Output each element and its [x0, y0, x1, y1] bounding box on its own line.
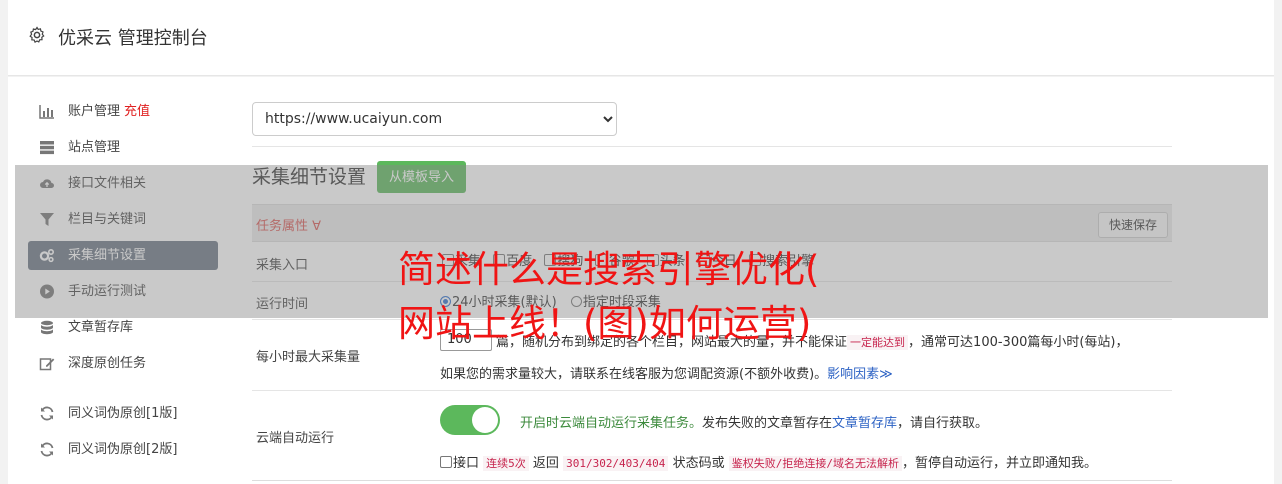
cloud-run-msg: 开启时云端自动运行采集任务。发布失败的文章暂存在文章暂存库，请自行获取。: [520, 412, 988, 431]
refresh-icon: [40, 406, 54, 421]
database-icon: [41, 320, 53, 335]
pause-code: 鉴权失败/拒绝连接/域名无法解析: [728, 456, 902, 471]
server-icon: [40, 141, 54, 155]
pause-text: 接口: [453, 456, 480, 471]
factors-link[interactable]: 影响因素≫: [827, 367, 893, 382]
divider: [252, 390, 1172, 391]
sidebar-item-label: 账户管理: [68, 104, 121, 119]
sidebar-item-label: 同义词伪原创[2版]: [68, 442, 178, 457]
top-header: 优采云 管理控制台: [8, 0, 1274, 76]
pause-code: 连续5次: [483, 456, 529, 471]
divider: [252, 146, 1172, 147]
site-select[interactable]: https://www.ucaiyun.com: [252, 102, 617, 136]
desc-text: ，通常可达100-300篇每小时(每站)，: [908, 335, 1129, 350]
divider: [252, 480, 1172, 481]
max-per-hour-desc-line2: 如果您的需求量较大，请联系在线客服为您调配资源(不额外收费)。影响因素≫: [440, 363, 893, 382]
pause-text: 返回: [532, 456, 559, 471]
refresh-icon: [40, 442, 54, 457]
cloud-run-label: 云端自动运行: [256, 431, 335, 446]
toggle-knob: [472, 407, 498, 433]
sidebar-item-synonym-v1[interactable]: 同义词伪原创[1版]: [28, 399, 218, 428]
pause-checkbox[interactable]: [440, 456, 452, 468]
sidebar-item-deep-original[interactable]: 深度原创任务: [28, 349, 218, 378]
page-title: 优采云 管理控制台: [58, 28, 208, 49]
sidebar-item-label: 深度原创任务: [68, 356, 147, 371]
sidebar-item-label: 同义词伪原创[1版]: [68, 406, 178, 421]
sidebar-item-sites[interactable]: 站点管理: [28, 133, 218, 162]
sidebar-item-label: 站点管理: [68, 140, 121, 155]
gear-icon: [29, 26, 45, 43]
sidebar-item-synonym-v2[interactable]: 同义词伪原创[2版]: [28, 435, 218, 464]
pause-rule: 接口 连续5次 返回 301/302/403/404 状态码或 鉴权失败/拒绝连…: [440, 452, 1097, 471]
recharge-link[interactable]: 充值: [124, 104, 150, 119]
overlay-headline: 简述什么是搜索引擎优化( 网站上线！(图)如何运营): [398, 243, 918, 351]
article-store-link[interactable]: 文章暂存库: [832, 416, 897, 431]
edit-icon: [39, 358, 55, 371]
sidebar-item-label: 文章暂存库: [68, 320, 134, 335]
max-per-hour-label: 每小时最大采集量: [256, 350, 361, 365]
headline-line-2: 网站上线！(图)如何运营): [398, 302, 812, 345]
headline-line-1: 简述什么是搜索引擎优化(: [398, 248, 820, 291]
bar-chart-icon: [39, 105, 54, 119]
cloud-msg-text: 发布失败的文章暂存在: [702, 416, 833, 431]
desc-text: 如果您的需求量较大，请联系在线客服为您调配资源(不额外收费)。: [440, 367, 828, 382]
cloud-run-toggle[interactable]: [440, 405, 500, 435]
pause-text: ，暂停自动运行，并立即通知我。: [901, 456, 1097, 471]
pause-text: 状态码或: [672, 456, 725, 471]
cloud-msg-text: ，请自行获取。: [897, 416, 989, 431]
cloud-run-status: 开启时云端自动运行采集任务。: [520, 416, 703, 431]
pause-code: 301/302/403/404: [563, 456, 669, 471]
sidebar-item-account[interactable]: 账户管理 充值: [28, 97, 218, 126]
